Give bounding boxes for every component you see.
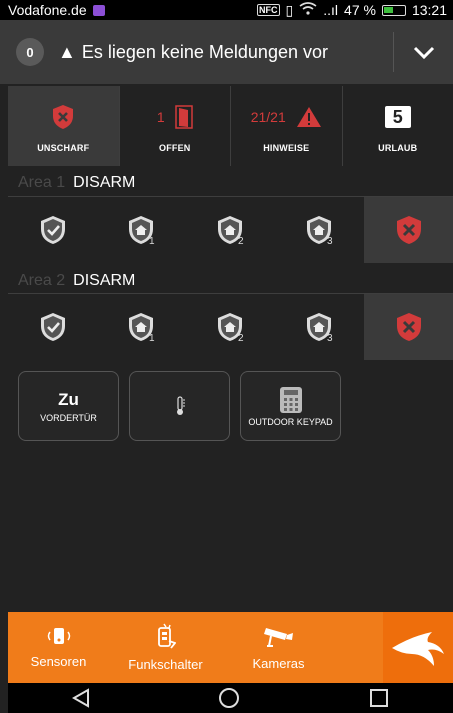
carrier-name: Vodafone.de xyxy=(8,2,87,18)
camera-icon xyxy=(263,628,293,647)
svg-text:1: 1 xyxy=(149,236,155,245)
wifi-icon xyxy=(299,2,317,18)
status-bar: Vodafone.de NFC ▯ ..ıl 47 % 13:21 xyxy=(0,0,453,20)
back-icon[interactable] xyxy=(72,688,90,708)
area-2-arm-home-1[interactable]: 1 xyxy=(97,294,186,360)
card-front-door[interactable]: Zu VORDERTÜR xyxy=(18,371,119,441)
tile-urlaub[interactable]: 5 URLAUB xyxy=(343,86,453,166)
card-front-door-state: Zu xyxy=(58,389,79,409)
nav-sensors[interactable]: Sensoren xyxy=(8,612,109,683)
area-1-disarm[interactable] xyxy=(364,197,453,263)
svg-text:3: 3 xyxy=(327,333,333,342)
vibrate-icon: ▯ xyxy=(285,1,294,18)
svg-text:1: 1 xyxy=(149,333,155,342)
notification-message: Es liegen keine Meldungen vor xyxy=(81,41,328,62)
svg-text:2: 2 xyxy=(238,236,244,245)
tile-urlaub-label: URLAUB xyxy=(378,143,418,153)
shield-home-1-icon: 1 xyxy=(128,216,155,245)
nav-cameras-label: Kameras xyxy=(252,656,305,671)
status-tiles: UNSCHARF 1 OFFEN 21/21 HINWEISE 5 URLAUB xyxy=(8,86,453,166)
card-front-door-label: VORDERTÜR xyxy=(40,412,97,423)
device-cards: Zu VORDERTÜR OUTDOOR KEYPAD xyxy=(18,371,341,441)
nav-sensors-label: Sensoren xyxy=(30,654,87,669)
bottom-nav: Sensoren Funkschalter Kameras xyxy=(8,612,453,683)
tile-offen[interactable]: 1 OFFEN xyxy=(120,86,231,166)
keypad-icon xyxy=(279,386,302,413)
notification-header[interactable]: 0 ▲ Es liegen keine Meldungen vor xyxy=(0,20,453,84)
battery-percent: 47 % xyxy=(344,2,376,18)
recents-icon[interactable] xyxy=(369,688,389,708)
signal-icon: ..ıl xyxy=(323,2,339,18)
area-1-arm-full[interactable] xyxy=(8,197,97,263)
tile-unscharf-label: UNSCHARF xyxy=(37,143,90,153)
shield-disarmed-icon xyxy=(53,105,74,129)
wireless-switch-icon xyxy=(157,623,176,649)
shield-disarmed-icon xyxy=(396,216,421,244)
svg-text:3: 3 xyxy=(327,236,333,245)
header-divider xyxy=(393,32,394,72)
tile-offen-value: 1 xyxy=(156,109,165,125)
tile-unscharf[interactable]: UNSCHARF xyxy=(8,86,120,166)
svg-text:2: 2 xyxy=(238,333,244,342)
tile-hinweise[interactable]: 21/21 HINWEISE xyxy=(231,86,343,166)
shield-disarmed-icon xyxy=(396,313,421,341)
shield-home-3-icon: 3 xyxy=(306,216,333,245)
card-outdoor-keypad[interactable]: OUTDOOR KEYPAD xyxy=(240,371,341,441)
tile-hinweise-label: HINWEISE xyxy=(263,143,310,153)
area-1-name: Area 1 xyxy=(18,174,66,191)
area-1-title: Area 1 DISARM xyxy=(18,174,135,192)
shield-check-icon xyxy=(40,313,65,341)
notification-count-badge: 0 xyxy=(16,38,44,66)
tile-offen-label: OFFEN xyxy=(159,143,191,153)
shield-home-2-icon: 2 xyxy=(217,216,244,245)
area-2-arm-home-3[interactable]: 3 xyxy=(275,294,364,360)
brand-logo-icon xyxy=(392,631,444,666)
thermometer-icon xyxy=(176,396,185,415)
shield-home-2-icon: 2 xyxy=(217,313,244,342)
nav-switch[interactable]: Funkschalter xyxy=(109,612,222,683)
open-door-icon xyxy=(174,105,193,129)
area-2-disarm[interactable] xyxy=(364,294,453,360)
status-indicators: NFC ▯ ..ıl 47 % 13:21 xyxy=(257,2,447,19)
urlaub-count: 5 xyxy=(384,106,411,128)
area-1-arm-home-2[interactable]: 2 xyxy=(186,197,275,263)
chevron-down-icon[interactable] xyxy=(410,40,438,64)
area-1-arm-home-3[interactable]: 3 xyxy=(275,197,364,263)
area-2-title: Area 2 DISARM xyxy=(18,272,135,290)
shield-home-3-icon: 3 xyxy=(306,313,333,342)
card-thermometer[interactable] xyxy=(129,371,230,441)
tile-hinweise-value: 21/21 xyxy=(250,109,286,125)
nav-cameras[interactable]: Kameras xyxy=(222,612,335,683)
area-1-modes: 1 2 3 xyxy=(8,197,453,263)
battery-icon xyxy=(381,4,406,16)
shield-home-1-icon: 1 xyxy=(128,313,155,342)
area-2-arm-full[interactable] xyxy=(8,294,97,360)
shield-check-icon xyxy=(40,216,65,244)
card-outdoor-keypad-label: OUTDOOR KEYPAD xyxy=(248,416,333,427)
area-2-modes: 1 2 3 xyxy=(8,294,453,360)
system-nav-bar xyxy=(8,683,453,713)
nfc-icon: NFC xyxy=(257,4,280,16)
menu-logo-button[interactable] xyxy=(383,612,453,683)
warning-icon: ▲ xyxy=(58,41,76,62)
area-2-state: DISARM xyxy=(73,272,136,289)
area-2-name: Area 2 xyxy=(18,272,66,289)
home-icon[interactable] xyxy=(218,687,240,709)
area-1-arm-home-1[interactable]: 1 xyxy=(97,197,186,263)
warning-triangle-icon xyxy=(296,107,321,127)
sensor-icon xyxy=(47,628,70,644)
area-1-state: DISARM xyxy=(73,174,136,191)
clock: 13:21 xyxy=(411,2,447,18)
area-2-arm-home-2[interactable]: 2 xyxy=(186,294,275,360)
tile-unscharf-value xyxy=(52,99,74,135)
message-icon xyxy=(92,4,105,16)
nav-switch-label: Funkschalter xyxy=(128,657,203,672)
